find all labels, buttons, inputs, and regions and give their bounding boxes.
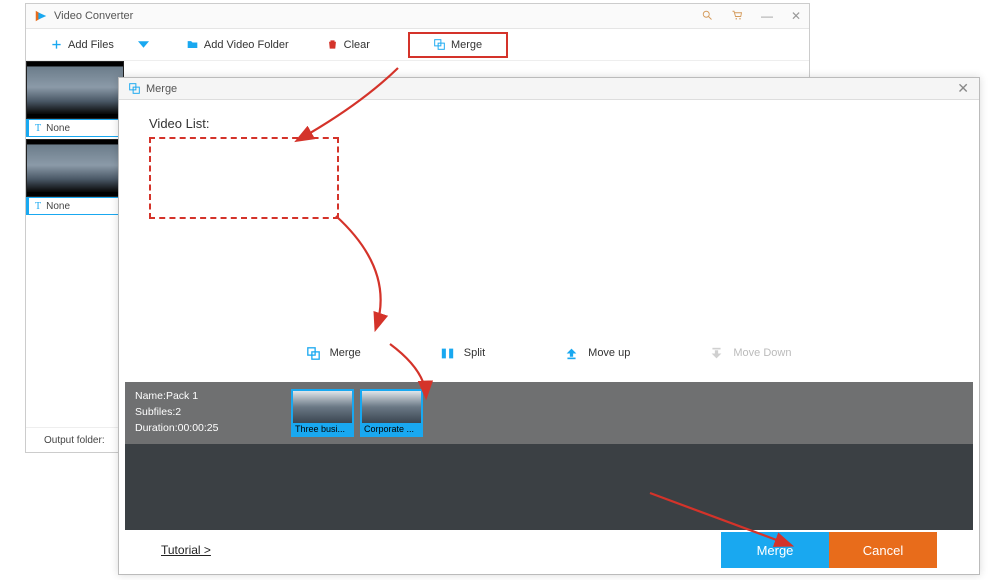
folder-icon [187,39,198,50]
split-icon [441,347,454,360]
video-list-label: Video List: [149,116,949,131]
add-folder-label: Add Video Folder [204,39,289,51]
merge-action-label: Merge [330,347,361,359]
merge-icon [434,39,445,50]
dark-gap-area [125,444,973,530]
video-thumb-item[interactable]: T None [26,139,124,215]
close-button[interactable]: ✕ [791,9,801,23]
merge-dialog-footer: Tutorial > Merge Cancel [119,530,979,570]
pack-thumb-caption: Corporate ... [362,423,421,435]
merge-button-highlighted[interactable]: Merge [408,32,508,58]
add-video-folder-button[interactable]: Add Video Folder [187,39,289,51]
split-action-label: Split [464,347,485,359]
split-action-button[interactable]: Split [441,347,485,360]
drop-area-highlight[interactable] [149,137,339,219]
window-title: Video Converter [54,10,133,22]
pack-thumb-2[interactable]: Corporate ... [360,389,423,437]
search-icon[interactable] [701,9,713,21]
merge-dialog-body: Video List: [119,100,979,338]
merge-icon [307,347,320,360]
move-up-action-button[interactable]: Move up [565,347,630,360]
move-down-action-button: Move Down [710,347,791,360]
cart-icon[interactable] [731,9,743,21]
pack-strip[interactable]: Name:Pack 1 Subfiles:2 Duration:00:00:25… [125,382,973,444]
merge-dialog-title: Merge [146,83,177,95]
pack-info: Name:Pack 1 Subfiles:2 Duration:00:00:25 [135,389,285,436]
merge-confirm-button[interactable]: Merge [721,532,829,568]
minimize-button[interactable]: — [761,9,773,23]
main-titlebar: Video Converter — ✕ [26,4,809,29]
main-toolbar: Add Files Add Video Folder Clear Merge [26,29,809,61]
clear-button[interactable]: Clear [327,39,370,51]
merge-action-button[interactable]: Merge [307,347,361,360]
merge-actions-row: Merge Split Move up Move Down [119,338,979,368]
output-folder-label: Output folder: [44,435,105,446]
video-thumbnail [26,61,124,119]
move-down-label: Move Down [733,347,791,359]
video-thumbs-column: T None T None [26,61,124,427]
thumb-label: T None [26,197,124,215]
pack-thumb-image [362,391,421,423]
app-logo-icon [34,9,48,23]
trash-icon [327,39,338,50]
merge-dialog: Merge ✕ Video List: Merge Split Move up … [118,77,980,575]
move-down-icon [710,347,723,360]
thumb-label: T None [26,119,124,137]
pack-thumb-1[interactable]: Three busi... [291,389,354,437]
plus-icon [51,39,62,50]
move-up-icon [565,347,578,360]
move-up-label: Move up [588,347,630,359]
merge-dialog-titlebar: Merge ✕ [119,78,979,100]
close-button[interactable]: ✕ [957,80,969,97]
pack-thumb-image [293,391,352,423]
tutorial-link[interactable]: Tutorial > [161,543,211,557]
video-thumb-item[interactable]: T None [26,61,124,137]
merge-toolbar-label: Merge [451,39,482,51]
cancel-button[interactable]: Cancel [829,532,937,568]
dropdown-icon [138,39,149,50]
video-thumbnail [26,139,124,197]
add-files-button[interactable]: Add Files [51,39,149,51]
add-files-label: Add Files [68,39,114,51]
clear-label: Clear [344,39,370,51]
merge-icon [129,83,140,94]
pack-thumb-caption: Three busi... [293,423,352,435]
